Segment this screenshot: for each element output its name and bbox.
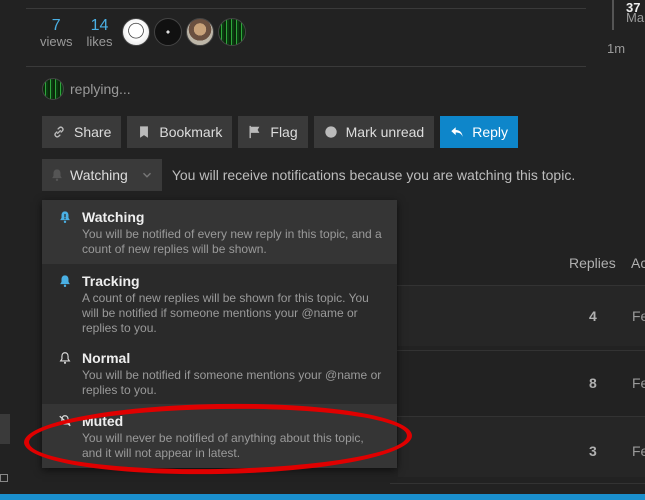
activity-cell[interactable]: Fe [632,308,645,324]
reply-button[interactable]: Reply [440,116,519,148]
notifications-tracking: Watching You will receive notifications … [42,159,575,191]
share-button[interactable]: Share [42,116,122,148]
timeline-track[interactable] [612,0,614,30]
circle-icon [324,125,338,139]
table-row[interactable] [398,417,645,477]
bookmark-icon [137,125,151,139]
share-label: Share [74,124,112,140]
link-icon [52,125,66,139]
topic-footer-page: 7 views 14 likes 3 7 Ma 1m replying... Sh… [0,0,645,500]
reply-count: 8 [589,375,597,391]
bell-icon [58,208,72,264]
reply-count: 4 [589,308,597,324]
topic-stats: 7 views 14 likes [40,17,113,49]
likes-stat: 14 likes [87,17,113,49]
option-description: You will be notified if someone mentions… [82,368,382,397]
mark-unread-label: Mark unread [345,124,425,140]
bookmark-label: Bookmark [159,124,223,140]
bookmark-button[interactable]: Bookmark [127,116,233,148]
grid-icon[interactable] [0,474,8,482]
flag-button[interactable]: Flag [238,116,308,148]
mark-unread-button[interactable]: Mark unread [313,116,435,148]
activity-cell[interactable]: Fe [632,443,645,459]
notification-option-tracking[interactable]: Tracking A count of new replies will be … [42,264,397,341]
likes-label: likes [86,33,113,49]
bell-icon [50,168,64,182]
option-title: Tracking [82,273,140,289]
option-title: Watching [82,209,145,225]
reply-label: Reply [472,124,509,140]
avatar[interactable] [122,18,150,46]
notification-reason: You will receive notifications because y… [171,167,576,183]
option-description: A count of new replies will be shown for… [82,291,369,335]
views-count: 7 [51,17,61,34]
notification-level-dropdown[interactable]: Watching [42,159,162,191]
flag-icon [248,125,262,139]
views-label: views [40,33,73,49]
notification-option-normal[interactable]: Normal You will be notified if someone m… [42,341,397,404]
divider [390,483,645,484]
timeline-age[interactable]: 1m [607,41,625,56]
divider [390,350,645,351]
option-title: Normal [82,350,131,366]
bell-icon [58,272,72,341]
option-description: You will be notified of every new reply … [82,227,382,256]
column-header-activity[interactable]: Ac [631,255,645,271]
notification-option-watching[interactable]: Watching You will be notified of every n… [42,200,397,264]
replying-indicator: replying... [42,78,131,100]
flag-label: Flag [270,124,298,140]
replying-text: replying... [70,81,131,97]
avatar[interactable] [218,18,246,46]
timeline-date: Ma [626,10,645,25]
divider [26,66,586,67]
progress-bar [0,494,645,500]
chevron-down-icon [140,168,154,182]
topic-footer-buttons: Share Bookmark Flag Mark unread Reply [42,116,519,148]
bell-outline-icon [58,349,72,404]
divider [26,8,586,9]
activity-cell[interactable]: Fe [632,375,645,391]
views-stat: 7 views [40,17,73,49]
column-header-replies[interactable]: Replies [569,255,616,271]
sidebar-handle[interactable] [0,414,10,444]
participant-avatars [122,18,246,46]
reply-icon [450,125,464,139]
avatar [42,78,64,100]
avatar[interactable] [154,18,182,46]
notification-level-label: Watching [70,167,128,183]
likes-count: 14 [90,17,109,34]
reply-count: 3 [589,443,597,459]
table-row[interactable] [398,286,645,346]
avatar[interactable] [186,18,214,46]
